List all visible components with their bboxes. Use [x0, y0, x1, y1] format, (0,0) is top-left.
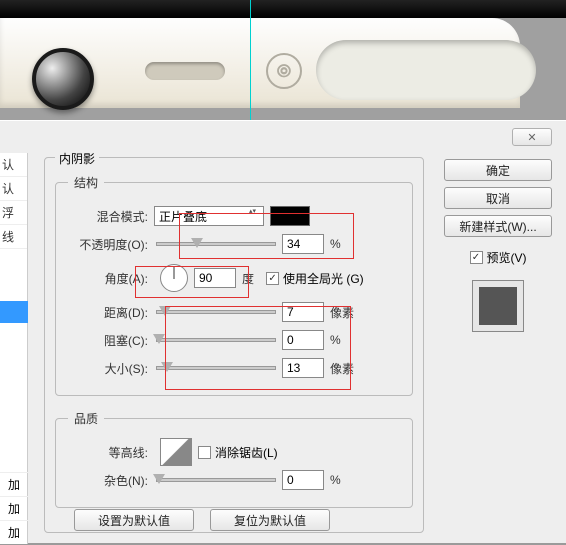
noise-label: 杂色(N):: [68, 472, 154, 489]
global-light-label: 使用全局光 (G): [283, 270, 364, 287]
size-input[interactable]: 13: [282, 358, 324, 378]
sidebar-item[interactable]: 加: [0, 472, 28, 496]
angle-unit: 度: [236, 270, 254, 287]
global-light-checkbox[interactable]: ✓: [266, 272, 279, 285]
cancel-button[interactable]: 取消: [444, 187, 552, 209]
ok-button[interactable]: 确定: [444, 159, 552, 181]
noise-unit: %: [324, 473, 341, 487]
angle-input[interactable]: 90: [194, 268, 236, 288]
opacity-label: 不透明度(O):: [68, 236, 154, 253]
distance-slider[interactable]: [156, 310, 276, 314]
opacity-input[interactable]: 34: [282, 234, 324, 254]
angle-label: 角度(A):: [68, 270, 154, 287]
guide-line: [250, 0, 251, 120]
select-arrows-icon: ▴▾: [249, 208, 261, 215]
preview-swatch: [472, 280, 524, 332]
design-preview-area: ⦾: [0, 0, 566, 120]
shadow-color-swatch[interactable]: [270, 206, 310, 226]
sidebar-item[interactable]: 加: [0, 520, 28, 544]
noise-input[interactable]: 0: [282, 470, 324, 490]
distance-unit: 像素: [324, 304, 354, 321]
antialias-checkbox[interactable]: [198, 446, 211, 459]
sidebar-item[interactable]: 线: [0, 225, 27, 249]
panel-title: 内阴影: [55, 150, 99, 167]
angle-dial[interactable]: [160, 264, 188, 292]
sidebar-item-selected[interactable]: [0, 301, 28, 323]
structure-group: 结构 混合模式: 正片叠底 ▴▾ 不透明度(O): 34 % 角度(: [55, 174, 413, 396]
sidebar-item[interactable]: 认: [0, 177, 27, 201]
knob-graphic: [32, 48, 94, 110]
quality-group: 品质 等高线: 消除锯齿(L) 杂色(N): 0 %: [55, 410, 413, 508]
choke-slider[interactable]: [156, 338, 276, 342]
size-unit: 像素: [324, 360, 354, 377]
close-button[interactable]: ✕: [512, 128, 552, 146]
preview-label: 预览(V): [487, 249, 527, 266]
sidebar-item[interactable]: 认: [0, 153, 27, 177]
contour-label: 等高线:: [68, 444, 154, 461]
opacity-unit: %: [324, 237, 341, 251]
choke-label: 阻塞(C):: [68, 332, 154, 349]
noise-slider[interactable]: [156, 478, 276, 482]
preview-checkbox[interactable]: ✓: [470, 251, 483, 264]
opacity-slider[interactable]: [156, 242, 276, 246]
distance-input[interactable]: 7: [282, 302, 324, 322]
sidebar-item[interactable]: 浮: [0, 201, 27, 225]
logo-icon: ⦾: [266, 53, 302, 89]
size-slider[interactable]: [156, 366, 276, 370]
contour-picker[interactable]: [160, 438, 192, 466]
size-label: 大小(S):: [68, 360, 154, 377]
set-default-button[interactable]: 设置为默认值: [74, 509, 194, 531]
sidebar-item[interactable]: 加: [0, 496, 28, 520]
style-list-sidebar: 认 认 浮 线 加 加 加: [0, 153, 28, 544]
reset-default-button[interactable]: 复位为默认值: [210, 509, 330, 531]
new-style-button[interactable]: 新建样式(W)...: [444, 215, 552, 237]
antialias-label: 消除锯齿(L): [215, 444, 278, 461]
choke-unit: %: [324, 333, 341, 347]
blend-mode-select[interactable]: 正片叠底 ▴▾: [154, 206, 264, 226]
quality-legend: 品质: [68, 410, 104, 427]
blend-mode-label: 混合模式:: [68, 208, 154, 225]
structure-legend: 结构: [68, 174, 104, 191]
distance-label: 距离(D):: [68, 304, 154, 321]
choke-input[interactable]: 0: [282, 330, 324, 350]
layer-style-dialog: ✕ 认 认 浮 线 加 加 加 内阴影 结构 混合模式: 正片叠底 ▴▾: [0, 120, 566, 543]
